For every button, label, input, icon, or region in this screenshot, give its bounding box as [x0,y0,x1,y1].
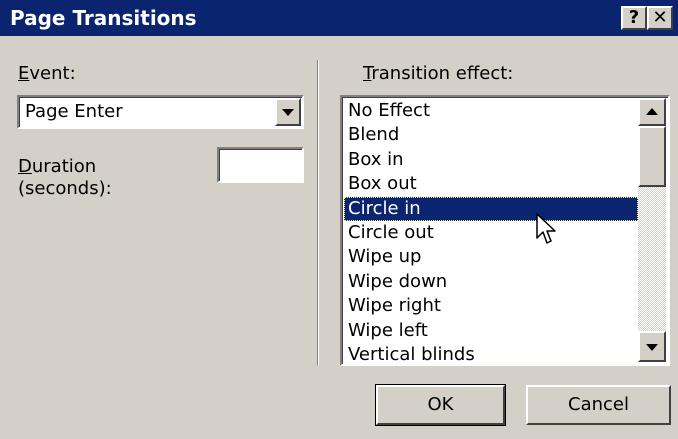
event-dropdown-value: Page Enter [25,101,123,122]
close-button[interactable]: ✕ [647,6,673,30]
event-label: Event: [18,63,76,84]
list-item[interactable]: Wipe down [344,270,638,294]
list-item[interactable]: Wipe left [344,319,638,343]
arrow-up-icon [646,108,658,115]
scroll-up-button[interactable] [638,98,666,126]
transition-list-items: No Effect Blend Box in Box out Circle in Circ… [344,99,638,367]
list-item[interactable]: Wipe up [344,245,638,269]
duration-input[interactable] [217,147,304,183]
mouse-cursor-icon [536,213,556,244]
list-item[interactable]: Blend [344,123,638,147]
help-button[interactable]: ? [621,6,647,30]
list-item[interactable]: Wipe right [344,294,638,318]
cancel-button[interactable]: Cancel [526,385,671,425]
list-item[interactable]: Box out [344,172,638,196]
transition-effect-label: Transition effect: [363,63,514,84]
event-dropdown[interactable]: Page Enter [17,95,304,129]
transition-effect-list[interactable]: No Effect Blend Box in Box out Circle in Circ… [340,95,670,366]
ok-button[interactable]: OK [375,384,506,426]
group-divider [317,60,319,365]
list-item[interactable]: Circle out [344,221,638,245]
list-item[interactable]: Box in [344,148,638,172]
arrow-down-icon [646,343,658,351]
scroll-down-button[interactable] [638,331,666,362]
duration-label: Duration [18,156,97,177]
list-item[interactable]: No Effect [344,99,638,123]
scroll-thumb[interactable] [638,126,666,187]
chevron-down-icon [282,109,294,116]
dialog-title: Page Transitions [10,6,197,30]
scroll-track[interactable] [638,187,666,331]
page-transitions-dialog: Page Transitions ? ✕ Event: Page Enter D… [0,0,678,439]
duration-label-units: (seconds): [18,178,112,199]
title-bar[interactable]: Page Transitions ? ✕ [0,0,678,36]
event-dropdown-button[interactable] [275,98,301,126]
list-item[interactable]: Circle in [344,196,638,221]
list-item[interactable]: Vertical blinds [344,343,638,367]
